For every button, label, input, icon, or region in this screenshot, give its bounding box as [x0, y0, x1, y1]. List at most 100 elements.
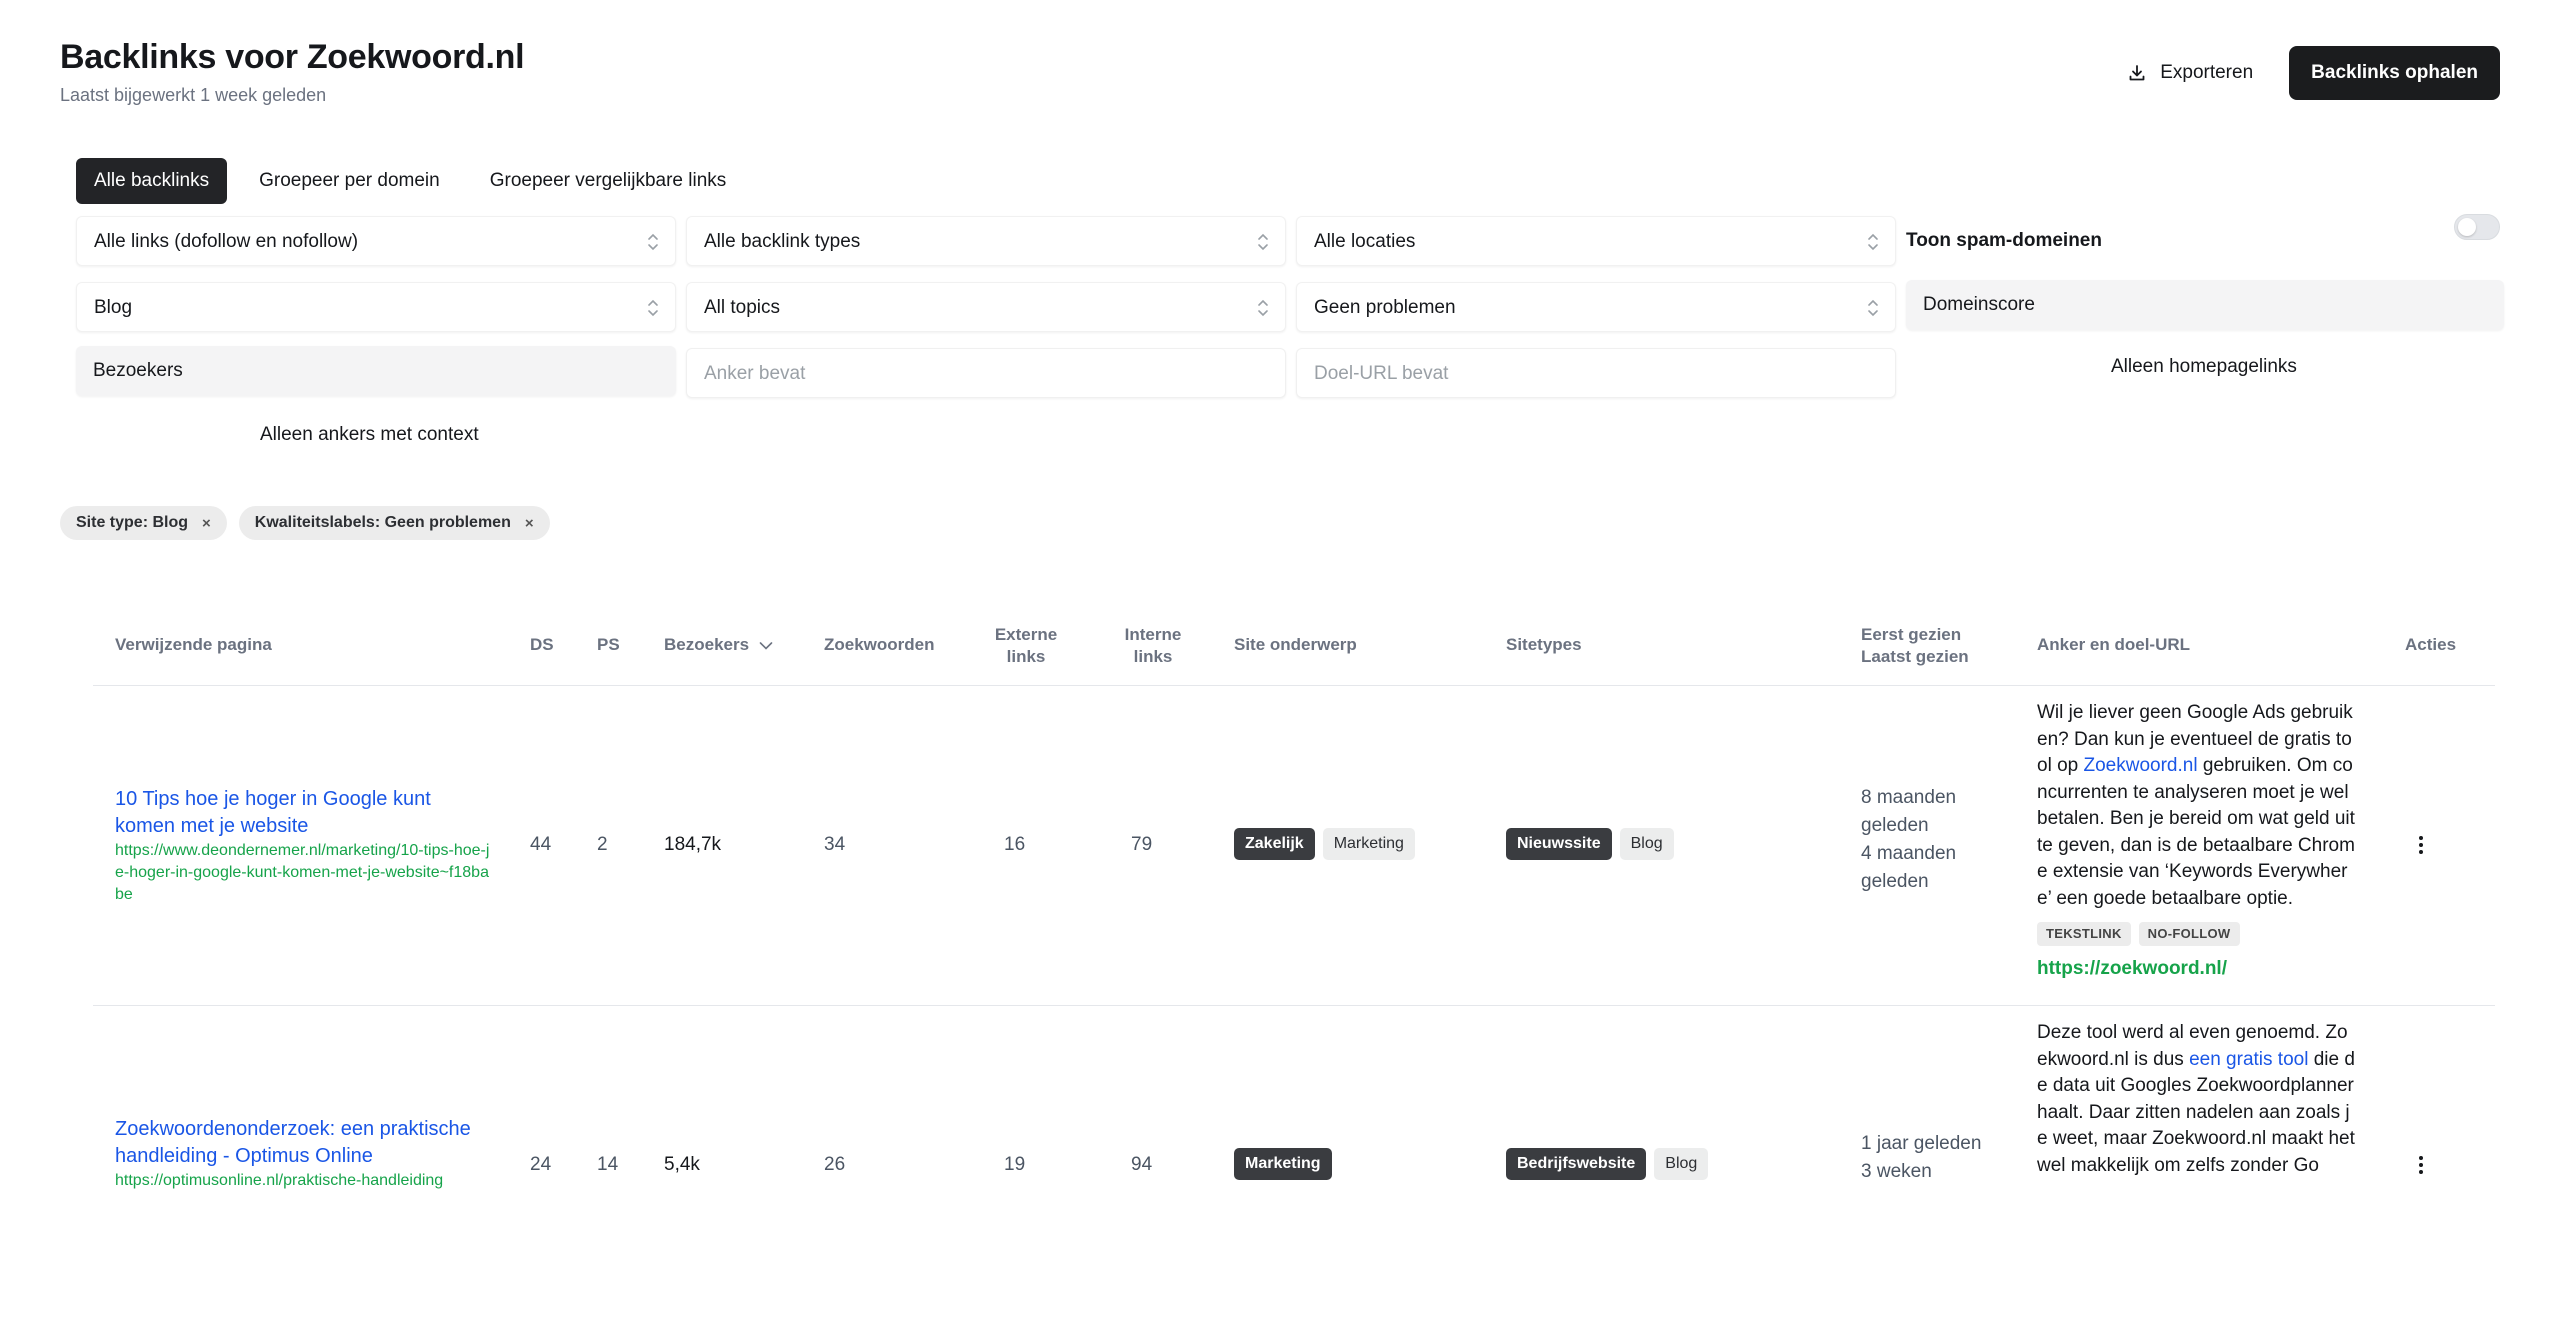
tab-group-similar-links[interactable]: Groepeer vergelijkbare links	[472, 158, 745, 204]
more-vertical-icon[interactable]	[2419, 836, 2423, 857]
last-updated-text: Laatst bijgewerkt 1 week geleden	[60, 85, 327, 105]
visitors-value: 5,4k	[664, 1154, 700, 1175]
last-seen-value: 4 maanden geleden	[1861, 843, 1957, 892]
download-icon	[2129, 65, 2145, 81]
tab-group-by-domain[interactable]: Groepeer per domein	[241, 158, 458, 204]
col-visitors[interactable]: Bezoekers	[664, 634, 773, 656]
referring-page-cell: Zoekwoordenonderzoek: een praktische han…	[115, 1116, 493, 1192]
col-ds[interactable]: DS	[530, 634, 554, 656]
spam-domains-toggle[interactable]	[2454, 214, 2500, 240]
more-vertical-icon[interactable]	[2419, 1156, 2423, 1177]
seen-dates: 8 maanden geleden 4 maanden geleden	[1861, 784, 1981, 896]
anchor-context-text: Wil je liever geen Google Ads gebruiken?…	[2037, 702, 2355, 909]
chevron-updown-icon	[1868, 233, 1878, 251]
chevron-down-icon	[759, 641, 773, 650]
col-keywords[interactable]: Zoekwoorden	[824, 634, 935, 656]
chevron-updown-icon	[1868, 299, 1878, 317]
homepage-links-only-toggle[interactable]: Alleen homepagelinks	[2111, 356, 2297, 378]
spam-domains-label: Toon spam-domeinen	[1906, 230, 2102, 251]
domain-score-filter[interactable]: Domeinscore	[1906, 280, 2504, 330]
anchor-link-text[interactable]: een gratis tool	[2189, 1049, 2308, 1070]
last-seen-value: 3 weken	[1861, 1161, 1932, 1182]
chevron-updown-icon	[1258, 233, 1268, 251]
topics-select[interactable]: All topics	[686, 282, 1286, 332]
anchor-cell: Deze tool werd al even genoemd. Zoekwoor…	[2037, 1020, 2357, 1179]
col-external-links[interactable]: Externe links	[986, 624, 1066, 668]
remove-filter-icon[interactable]: ×	[525, 515, 534, 532]
internal-links-value: 79	[1131, 834, 1153, 855]
ps-value: 14	[597, 1154, 619, 1175]
col-sitetypes[interactable]: Sitetypes	[1506, 634, 1582, 656]
sitetype-badge: Bedrijfswebsite	[1506, 1148, 1647, 1180]
ds-value: 44	[530, 834, 552, 855]
page-title: Backlinks voor Zoekwoord.nl	[60, 38, 525, 76]
external-links-value: 19	[1004, 1154, 1026, 1175]
topic-badges: Zakelijk Marketing	[1234, 828, 1423, 860]
keywords-value: 34	[824, 834, 846, 855]
first-seen-value: 8 maanden geleden	[1861, 787, 1957, 836]
anchor-link-text[interactable]: Zoekwoord.nl	[2083, 755, 2197, 776]
col-anchor[interactable]: Anker en doel-URL	[2037, 634, 2190, 656]
backlink-types-select[interactable]: Alle backlink types	[686, 216, 1286, 266]
anchor-contains-input[interactable]: Anker bevat	[686, 348, 1286, 398]
referring-page-url[interactable]: https://www.deondernemer.nl/marketing/10…	[115, 840, 493, 906]
referring-page-link[interactable]: Zoekwoordenonderzoek: een praktische han…	[115, 1116, 493, 1170]
first-seen-value: 1 jaar geleden	[1861, 1133, 1982, 1154]
toggle-knob	[2458, 218, 2476, 236]
sitetype-badge: Nieuwssite	[1506, 828, 1612, 860]
chevron-updown-icon	[648, 299, 658, 317]
chevron-updown-icon	[648, 233, 658, 251]
backlinks-table: Verwijzende pagina DS PS Bezoekers Zoekw…	[93, 610, 2495, 1326]
locations-select[interactable]: Alle locaties	[1296, 216, 1896, 266]
anchors-with-context-toggle[interactable]: Alleen ankers met context	[260, 424, 479, 446]
sitetype-badges: Bedrijfswebsite Blog	[1506, 1148, 1716, 1180]
topic-badge: Marketing	[1234, 1148, 1332, 1180]
sitetype-badge: Blog	[1654, 1148, 1709, 1180]
remove-filter-icon[interactable]: ×	[202, 515, 211, 532]
filter-chip-quality: Kwaliteitslabels: Geen problemen ×	[238, 506, 550, 540]
table-row: 10 Tips hoe je hoger in Google kunt kome…	[93, 686, 2495, 1006]
link-tag: NO-FOLLOW	[2138, 922, 2240, 946]
table-header: Verwijzende pagina DS PS Bezoekers Zoekw…	[93, 610, 2495, 686]
keywords-value: 26	[824, 1154, 846, 1175]
view-tabs: Alle backlinks Groepeer per domein Groep…	[76, 158, 744, 204]
link-tag: TEKSTLINK	[2037, 922, 2131, 946]
link-tags: TEKSTLINK NO-FOLLOW	[2037, 922, 2357, 946]
ps-value: 2	[597, 834, 608, 855]
tab-all-backlinks[interactable]: Alle backlinks	[76, 158, 228, 204]
chevron-updown-icon	[1258, 299, 1268, 317]
topic-badges: Marketing	[1234, 1148, 1340, 1180]
internal-links-value: 94	[1131, 1154, 1153, 1175]
link-type-select[interactable]: Alle links (dofollow en nofollow)	[76, 216, 676, 266]
referring-page-url[interactable]: https://optimusonline.nl/praktische-hand…	[115, 1170, 493, 1192]
active-filters: Site type: Blog × Kwaliteitslabels: Geen…	[60, 506, 550, 540]
anchor-cell: Wil je liever geen Google Ads gebruiken?…	[2037, 700, 2357, 980]
col-ps[interactable]: PS	[597, 634, 620, 656]
top-actions: Exporteren Backlinks ophalen	[2128, 46, 2500, 100]
col-seen[interactable]: Eerst gezien Laatst gezien	[1861, 624, 1969, 668]
table-row: Zoekwoordenonderzoek: een praktische han…	[93, 1006, 2495, 1326]
target-url-contains-input[interactable]: Doel-URL bevat	[1296, 348, 1896, 398]
ds-value: 24	[530, 1154, 552, 1175]
visitors-filter[interactable]: Bezoekers	[76, 346, 676, 396]
col-referring-page[interactable]: Verwijzende pagina	[115, 634, 272, 656]
sitetype-badges: Nieuwssite Blog	[1506, 828, 1682, 860]
col-site-topic[interactable]: Site onderwerp	[1234, 634, 1357, 656]
anchor-context-text: Deze tool werd al even genoemd. Zoekwoor…	[2037, 1022, 2355, 1176]
sitetype-badge: Blog	[1619, 828, 1674, 860]
site-type-select[interactable]: Blog	[76, 282, 676, 332]
col-actions: Acties	[2405, 635, 2457, 654]
seen-dates: 1 jaar geleden 3 weken	[1861, 1130, 2021, 1186]
visitors-value: 184,7k	[664, 834, 722, 855]
referring-page-cell: 10 Tips hoe je hoger in Google kunt kome…	[115, 786, 493, 906]
export-label: Exporteren	[2160, 62, 2254, 83]
filter-chip-site-type: Site type: Blog ×	[60, 506, 227, 540]
col-internal-links[interactable]: Interne links	[1113, 624, 1193, 668]
referring-page-link[interactable]: 10 Tips hoe je hoger in Google kunt kome…	[115, 786, 493, 840]
target-url-link[interactable]: https://zoekwoord.nl/	[2037, 958, 2357, 980]
export-button[interactable]: Exporteren	[2128, 62, 2253, 84]
topic-badge: Marketing	[1322, 828, 1415, 860]
fetch-backlinks-button[interactable]: Backlinks ophalen	[2289, 46, 2500, 100]
quality-select[interactable]: Geen problemen	[1296, 282, 1896, 332]
topic-badge: Zakelijk	[1234, 828, 1315, 860]
